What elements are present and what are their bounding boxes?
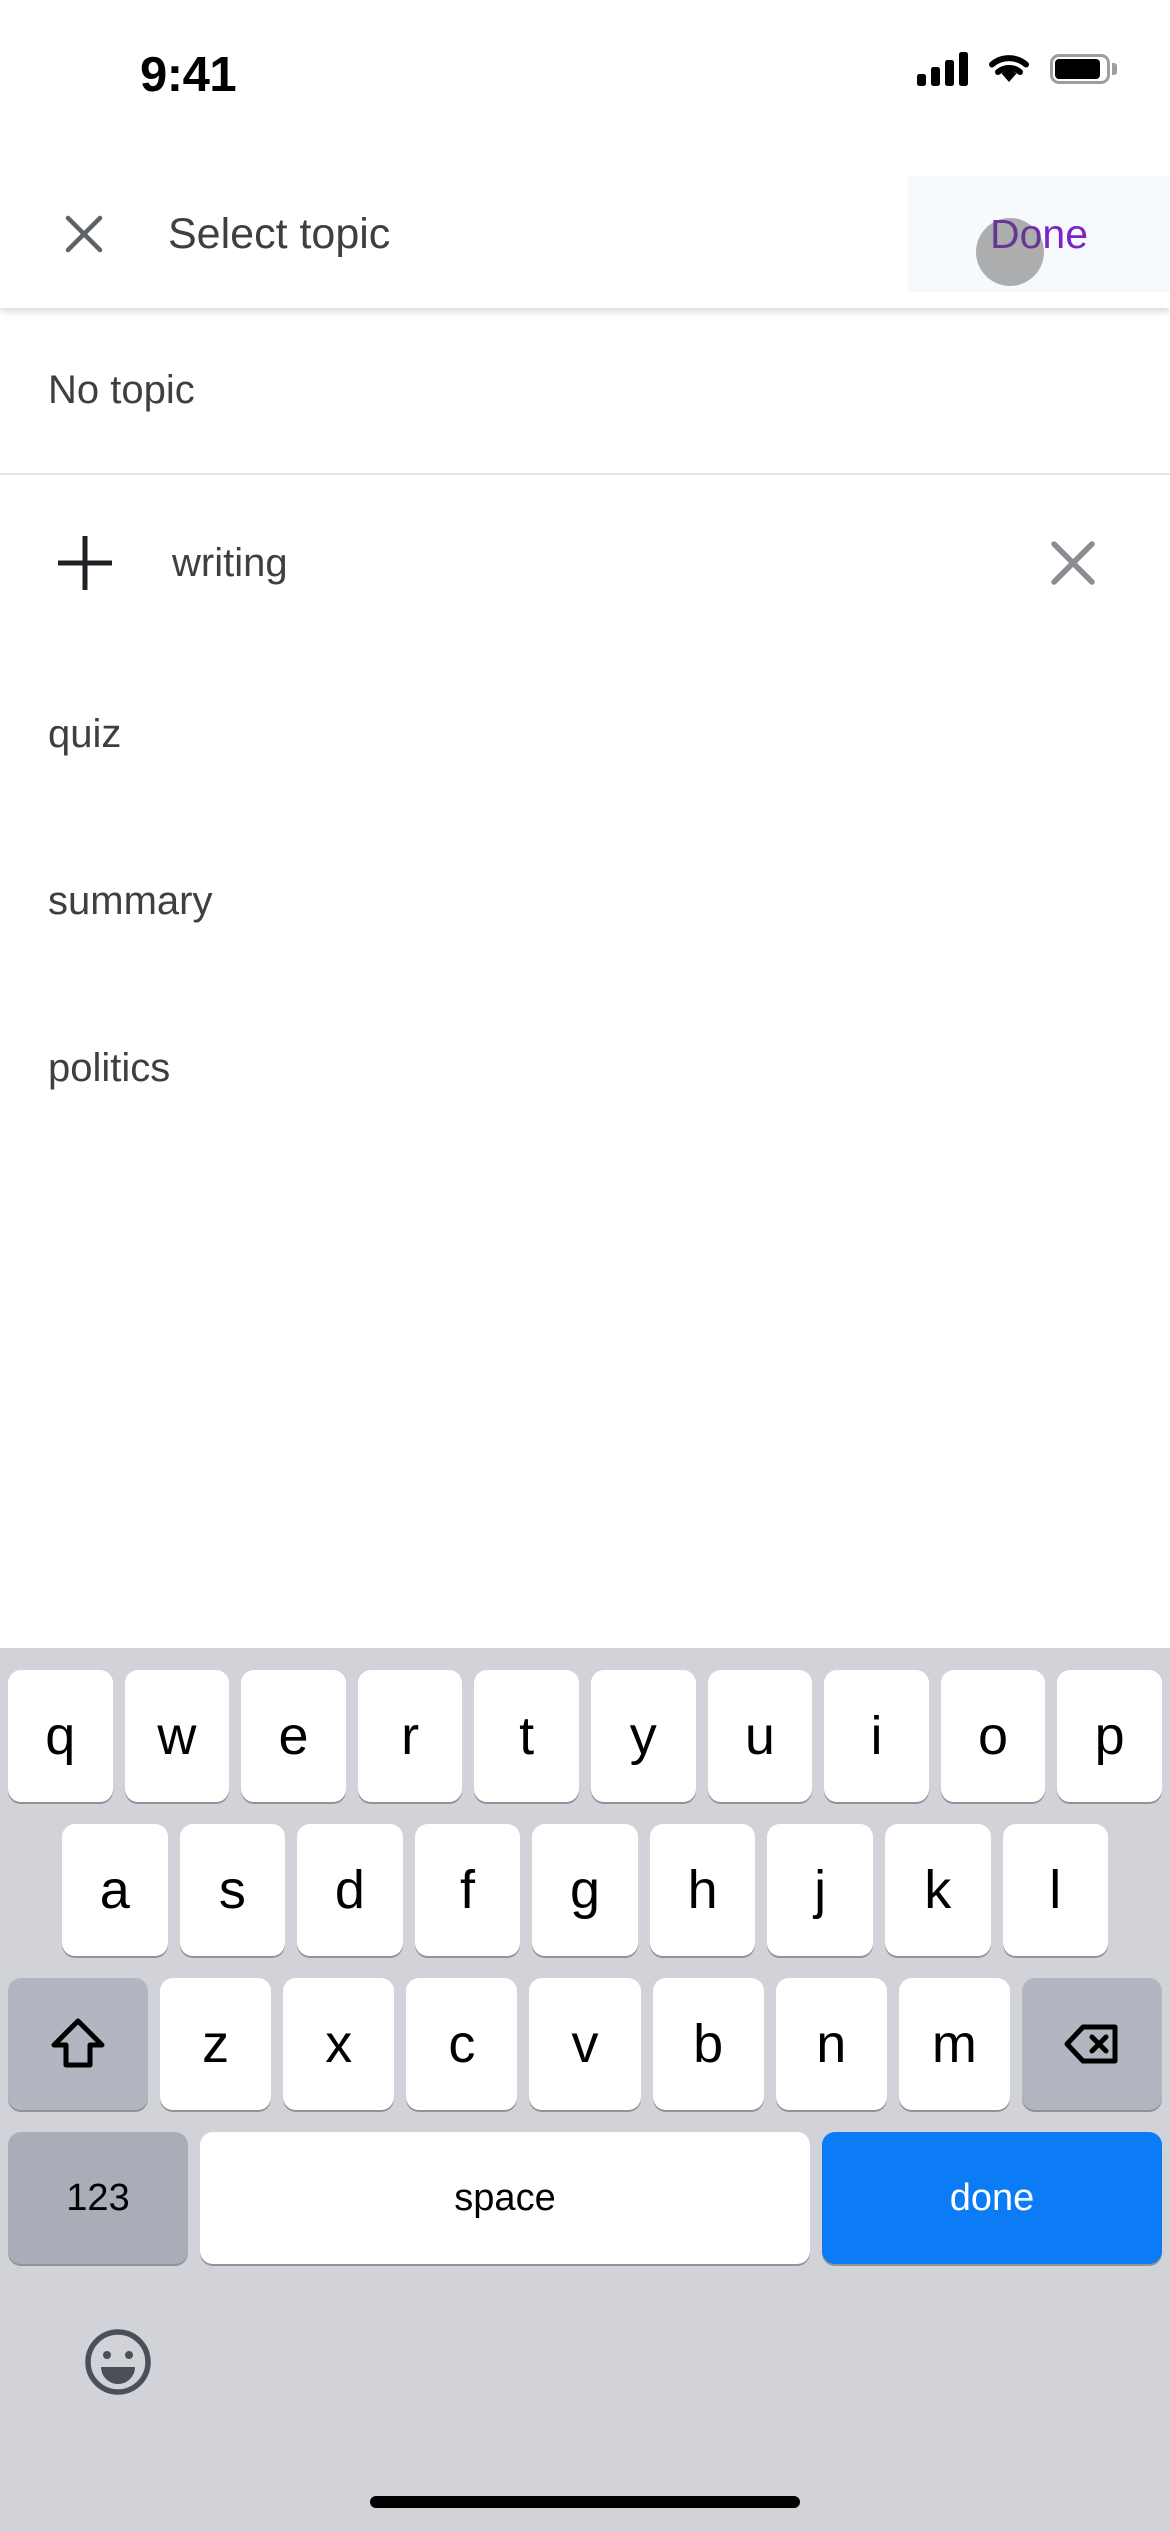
key-q[interactable]: q	[8, 1670, 113, 1802]
key-w[interactable]: w	[124, 1670, 230, 1802]
wifi-icon	[989, 55, 1029, 82]
key-n[interactable]: n	[775, 1978, 887, 2110]
numeric-key[interactable]: 123	[8, 2132, 188, 2264]
emoji-key[interactable]	[80, 2324, 156, 2400]
keyboard-row-3: z x c v b n m	[0, 1978, 1170, 2110]
close-button[interactable]	[40, 194, 128, 274]
close-icon	[65, 215, 103, 253]
plus-icon	[48, 526, 122, 600]
touch-point-indicator	[976, 218, 1044, 286]
key-o[interactable]: o	[940, 1670, 1046, 1802]
key-s[interactable]: s	[179, 1824, 286, 1956]
return-key[interactable]: done	[822, 2132, 1162, 2264]
key-c[interactable]: c	[406, 1978, 518, 2110]
key-e[interactable]: e	[241, 1670, 346, 1802]
key-x[interactable]: x	[283, 1978, 395, 2110]
done-button[interactable]: Done	[908, 176, 1170, 292]
key-i[interactable]: i	[824, 1670, 929, 1802]
clear-icon[interactable]	[1044, 534, 1102, 592]
keyboard-row-1: q w e r t y u i o p	[0, 1670, 1170, 1802]
cellular-signal-icon	[917, 52, 968, 86]
battery-full-icon	[1050, 54, 1117, 84]
list-item-topic[interactable]: politics	[0, 985, 1170, 1152]
app-bar: Select topic Done	[0, 160, 1170, 308]
key-v[interactable]: v	[529, 1978, 641, 2110]
home-indicator	[370, 2496, 800, 2508]
backspace-icon	[1064, 2024, 1118, 2064]
phone-screen: 9:41 Select topic Done No topic writing …	[0, 0, 1170, 2532]
space-key[interactable]: space	[200, 2132, 810, 2264]
topic-label: summary	[48, 879, 213, 923]
keyboard-row-2: a s d f g h j k l	[0, 1824, 1170, 1956]
key-z[interactable]: z	[160, 1978, 272, 2110]
status-bar-icons	[917, 52, 1117, 86]
key-u[interactable]: u	[707, 1670, 813, 1802]
shift-icon	[51, 2018, 105, 2068]
key-a[interactable]: a	[62, 1824, 168, 1956]
key-r[interactable]: r	[357, 1670, 463, 1802]
on-screen-keyboard: q w e r t y u i o p a s d f g h j k l z …	[0, 1648, 1170, 2532]
topic-label: politics	[48, 1046, 171, 1090]
topic-list: No topic writing quiz summary politics	[0, 308, 1170, 1648]
key-p[interactable]: p	[1057, 1670, 1162, 1802]
shift-key[interactable]	[8, 1978, 148, 2110]
key-b[interactable]: b	[652, 1978, 764, 2110]
key-j[interactable]: j	[767, 1824, 873, 1956]
backspace-key[interactable]	[1021, 1978, 1162, 2110]
key-y[interactable]: y	[590, 1670, 696, 1802]
no-topic-label: No topic	[48, 368, 195, 412]
key-d[interactable]: d	[297, 1824, 403, 1956]
status-bar: 9:41	[0, 0, 1170, 160]
list-item-topic[interactable]: quiz	[0, 651, 1170, 818]
key-t[interactable]: t	[474, 1670, 579, 1802]
topic-name-input[interactable]: writing	[172, 541, 288, 586]
key-g[interactable]: g	[532, 1824, 638, 1956]
key-m[interactable]: m	[898, 1978, 1010, 2110]
key-l[interactable]: l	[1002, 1824, 1109, 1956]
keyboard-row-4: 123 space done	[0, 2132, 1170, 2264]
create-topic-row[interactable]: writing	[0, 475, 1170, 651]
key-h[interactable]: h	[649, 1824, 756, 1956]
list-item-no-topic[interactable]: No topic	[0, 308, 1170, 475]
key-k[interactable]: k	[884, 1824, 991, 1956]
page-title: Select topic	[168, 210, 391, 258]
key-f[interactable]: f	[414, 1824, 521, 1956]
emoji-icon	[85, 2329, 151, 2395]
topic-label: quiz	[48, 712, 122, 756]
status-bar-time: 9:41	[140, 48, 237, 102]
list-item-topic[interactable]: summary	[0, 818, 1170, 985]
